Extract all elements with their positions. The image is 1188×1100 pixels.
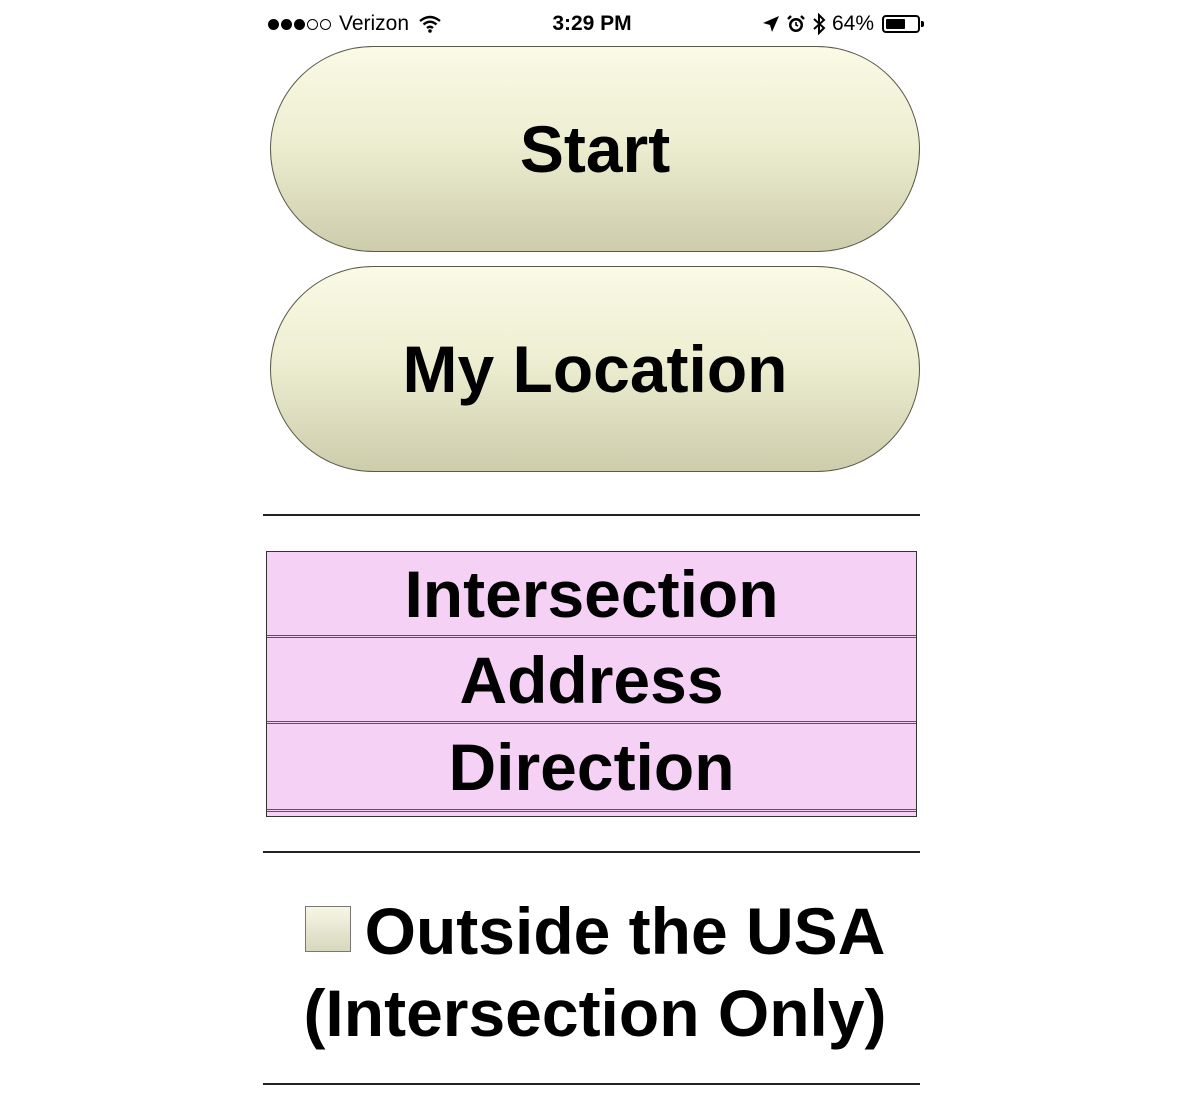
outside-usa-option: Outside the USA (Intersection Only) xyxy=(270,890,920,1054)
status-bar: Verizon 3:29 PM 64% xyxy=(262,8,924,42)
my-location-button-label: My Location xyxy=(402,332,788,406)
option-label: Intersection xyxy=(404,556,779,631)
option-direction[interactable]: Direction xyxy=(267,724,916,812)
divider xyxy=(263,851,920,853)
option-label: Direction xyxy=(448,729,735,804)
outside-usa-checkbox[interactable] xyxy=(304,906,351,952)
outside-usa-sublabel: (Intersection Only) xyxy=(303,976,887,1050)
app-screen: Verizon 3:29 PM 64% Start My Location In… xyxy=(0,0,1188,1100)
battery-level xyxy=(886,19,905,29)
search-type-list: Intersection Address Direction xyxy=(266,551,917,817)
bluetooth-icon xyxy=(813,13,826,35)
alarm-icon xyxy=(787,15,805,32)
location-arrow-icon xyxy=(762,16,779,32)
start-button[interactable]: Start xyxy=(270,46,920,252)
option-intersection[interactable]: Intersection xyxy=(267,552,916,638)
status-bar-right: 64% xyxy=(762,12,924,36)
battery-percent: 64% xyxy=(831,12,874,35)
battery-icon xyxy=(882,15,924,33)
battery-cap xyxy=(921,21,924,27)
option-label: Address xyxy=(459,642,724,717)
divider xyxy=(263,514,920,516)
start-button-label: Start xyxy=(519,112,671,186)
option-address[interactable]: Address xyxy=(267,638,916,724)
divider xyxy=(263,1083,920,1085)
outside-usa-label: Outside the USA xyxy=(364,894,886,968)
my-location-button[interactable]: My Location xyxy=(270,266,920,472)
